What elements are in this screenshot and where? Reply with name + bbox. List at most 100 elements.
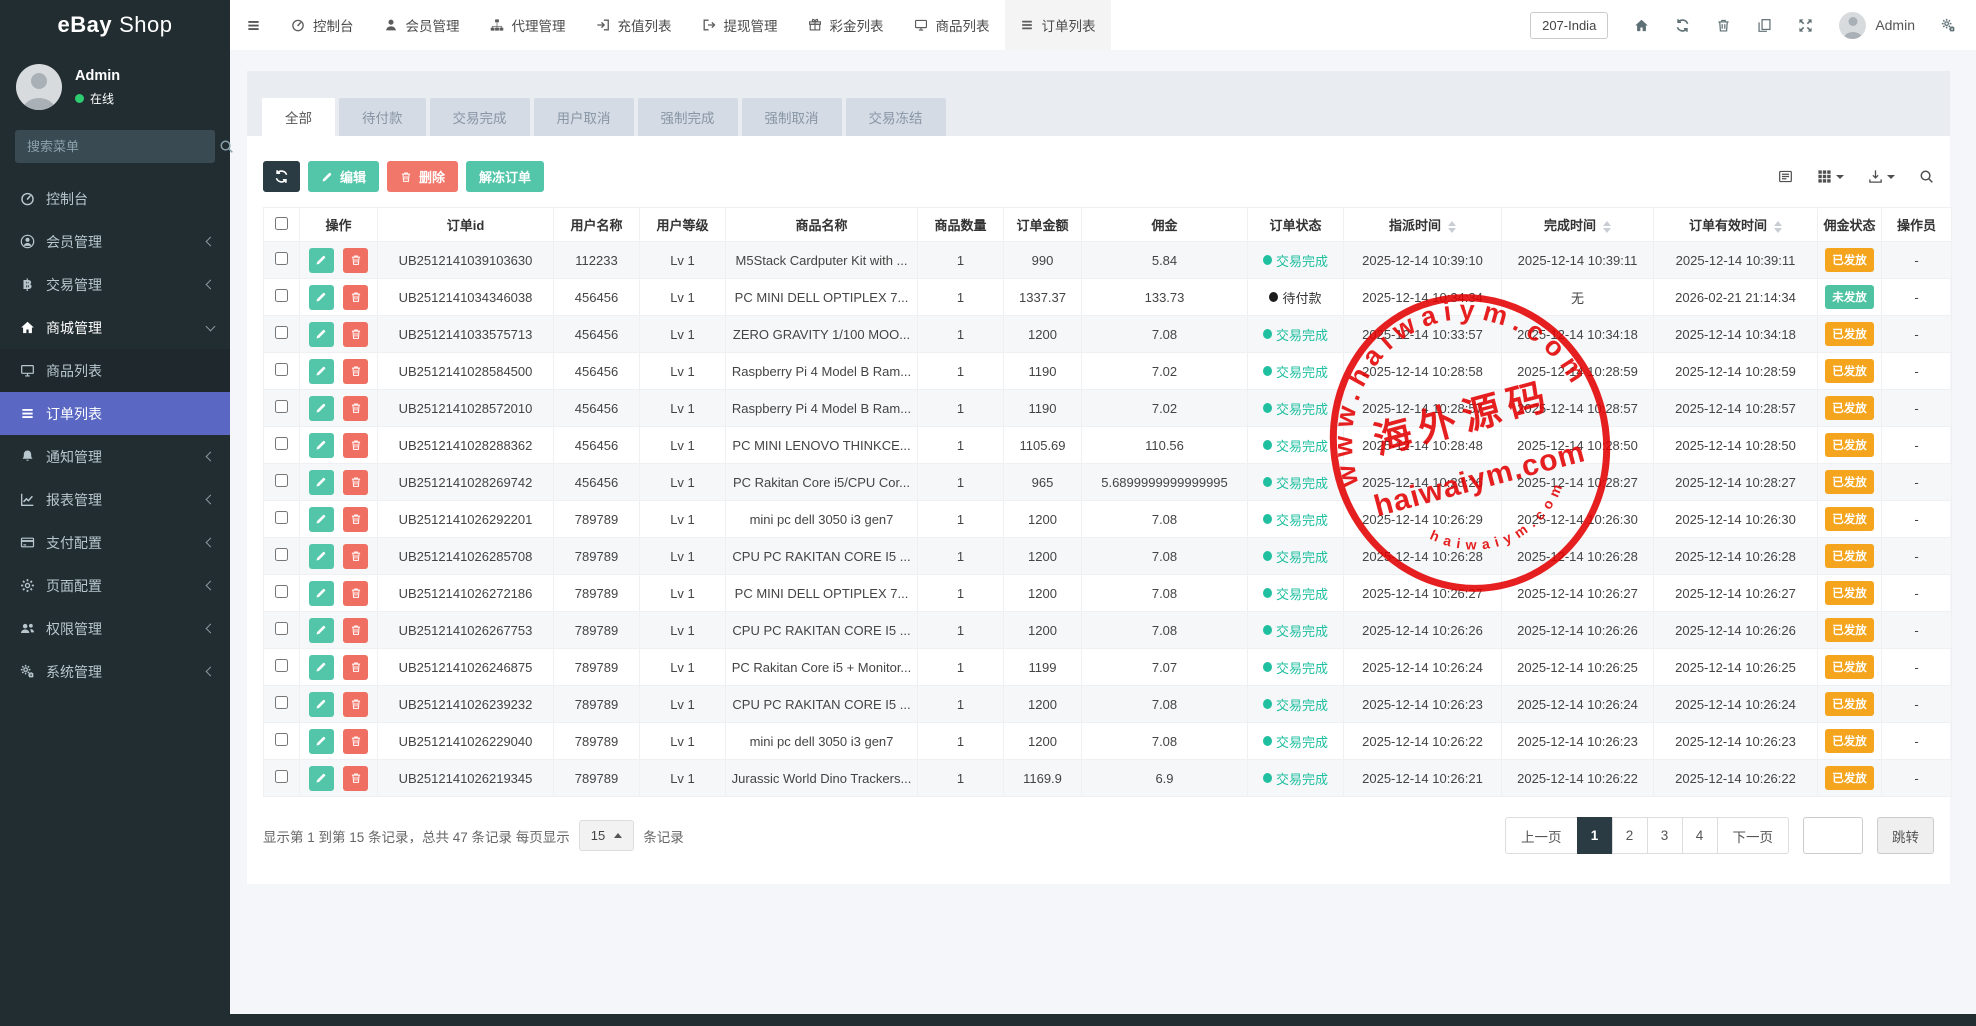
- topnav-item-console[interactable]: 控制台: [276, 0, 369, 50]
- edit-row-button[interactable]: [309, 396, 334, 421]
- delete-row-button[interactable]: [343, 581, 368, 606]
- row-checkbox[interactable]: [275, 363, 288, 376]
- edit-row-button[interactable]: [309, 285, 334, 310]
- edit-row-button[interactable]: [309, 470, 334, 495]
- edit-row-button[interactable]: [309, 359, 334, 384]
- tab-all[interactable]: 全部: [262, 98, 335, 136]
- row-checkbox[interactable]: [275, 770, 288, 783]
- sidebar-search-input[interactable]: [15, 139, 215, 154]
- next-page-button[interactable]: 下一页: [1717, 817, 1790, 854]
- topnav-item-bonus[interactable]: 彩金列表: [793, 0, 899, 50]
- delete-row-button[interactable]: [343, 507, 368, 532]
- tab-frozen[interactable]: 交易冻结: [846, 98, 946, 136]
- edit-row-button[interactable]: [309, 729, 334, 754]
- search-toggle-button[interactable]: [1919, 169, 1934, 184]
- sidebar-item-permissions[interactable]: 权限管理: [0, 607, 230, 650]
- columns-dropdown-button[interactable]: [1817, 169, 1844, 184]
- home-button[interactable]: [1634, 18, 1649, 33]
- row-checkbox[interactable]: [275, 511, 288, 524]
- delete-row-button[interactable]: [343, 433, 368, 458]
- edit-row-button[interactable]: [309, 433, 334, 458]
- jump-button[interactable]: 跳转: [1877, 817, 1934, 854]
- fullscreen-button[interactable]: [1798, 18, 1813, 33]
- delete-row-button[interactable]: [343, 544, 368, 569]
- sidebar-item-reports[interactable]: 报表管理: [0, 478, 230, 521]
- edit-row-button[interactable]: [309, 248, 334, 273]
- row-checkbox[interactable]: [275, 400, 288, 413]
- sidebar-item-mall[interactable]: 商城管理: [0, 306, 230, 349]
- row-checkbox[interactable]: [275, 252, 288, 265]
- topnav-item-products[interactable]: 商品列表: [899, 0, 1005, 50]
- edit-row-button[interactable]: [309, 507, 334, 532]
- tab-completed[interactable]: 交易完成: [430, 98, 530, 136]
- refresh-table-button[interactable]: [263, 161, 300, 192]
- tab-force-cancelled[interactable]: 强制取消: [742, 98, 842, 136]
- edit-row-button[interactable]: [309, 655, 334, 680]
- select-all-checkbox[interactable]: [275, 217, 288, 230]
- delete-row-button[interactable]: [343, 766, 368, 791]
- row-checkbox[interactable]: [275, 289, 288, 302]
- edit-row-button[interactable]: [309, 618, 334, 643]
- delete-row-button[interactable]: [343, 618, 368, 643]
- edit-row-button[interactable]: [309, 692, 334, 717]
- row-checkbox[interactable]: [275, 733, 288, 746]
- sidebar-item-products[interactable]: 商品列表: [0, 349, 230, 392]
- clear-cache-button[interactable]: [1716, 18, 1731, 33]
- toggle-view-button[interactable]: [1778, 169, 1793, 184]
- delete-row-button[interactable]: [343, 285, 368, 310]
- topnav-item-agents[interactable]: 代理管理: [475, 0, 581, 50]
- delete-row-button[interactable]: [343, 729, 368, 754]
- sidebar-item-page-config[interactable]: 页面配置: [0, 564, 230, 607]
- tab-user-cancelled[interactable]: 用户取消: [534, 98, 634, 136]
- delete-button[interactable]: 删除: [387, 161, 458, 192]
- refresh-button[interactable]: [1675, 18, 1690, 33]
- delete-row-button[interactable]: [343, 655, 368, 680]
- sidebar-search-button[interactable]: [215, 139, 244, 154]
- edit-row-button[interactable]: [309, 581, 334, 606]
- jump-page-input[interactable]: [1803, 817, 1863, 854]
- delete-row-button[interactable]: [343, 470, 368, 495]
- row-checkbox[interactable]: [275, 474, 288, 487]
- tab-pending-payment[interactable]: 待付款: [339, 98, 426, 136]
- delete-row-button[interactable]: [343, 322, 368, 347]
- sort-valid-time-button[interactable]: [1774, 221, 1782, 233]
- unfreeze-order-button[interactable]: 解冻订单: [466, 161, 544, 192]
- sidebar-item-system[interactable]: 系统管理: [0, 650, 230, 693]
- tab-force-completed[interactable]: 强制完成: [638, 98, 738, 136]
- sidebar-item-trades[interactable]: ฿交易管理: [0, 263, 230, 306]
- region-select[interactable]: 207-India: [1530, 12, 1608, 39]
- topnav-item-recharge[interactable]: 充值列表: [581, 0, 687, 50]
- row-checkbox[interactable]: [275, 326, 288, 339]
- sidebar-item-notifications[interactable]: 通知管理: [0, 435, 230, 478]
- edit-row-button[interactable]: [309, 544, 334, 569]
- row-checkbox[interactable]: [275, 622, 288, 635]
- copy-button[interactable]: [1757, 18, 1772, 33]
- delete-row-button[interactable]: [343, 248, 368, 273]
- row-checkbox[interactable]: [275, 585, 288, 598]
- row-checkbox[interactable]: [275, 548, 288, 561]
- page-size-select[interactable]: 15: [579, 820, 634, 851]
- delete-row-button[interactable]: [343, 359, 368, 384]
- page-button-3[interactable]: 3: [1647, 817, 1683, 854]
- settings-button[interactable]: [1941, 18, 1956, 33]
- edit-row-button[interactable]: [309, 766, 334, 791]
- edit-row-button[interactable]: [309, 322, 334, 347]
- topnav-item-members[interactable]: 会员管理: [369, 0, 475, 50]
- row-checkbox[interactable]: [275, 659, 288, 672]
- delete-row-button[interactable]: [343, 396, 368, 421]
- export-dropdown-button[interactable]: [1868, 169, 1895, 184]
- delete-row-button[interactable]: [343, 692, 368, 717]
- sidebar-item-members[interactable]: 会员管理: [0, 220, 230, 263]
- admin-menu[interactable]: Admin: [1839, 12, 1915, 39]
- page-button-2[interactable]: 2: [1612, 817, 1648, 854]
- sidebar-item-payment-config[interactable]: 支付配置: [0, 521, 230, 564]
- prev-page-button[interactable]: 上一页: [1505, 817, 1578, 854]
- page-button-1[interactable]: 1: [1577, 817, 1613, 854]
- sort-assign-time-button[interactable]: [1448, 221, 1456, 233]
- sidebar-item-orders[interactable]: 订单列表: [0, 392, 230, 435]
- page-button-4[interactable]: 4: [1682, 817, 1718, 854]
- row-checkbox[interactable]: [275, 437, 288, 450]
- sidebar-item-console[interactable]: 控制台: [0, 177, 230, 220]
- sort-finish-time-button[interactable]: [1603, 221, 1611, 233]
- edit-button[interactable]: 编辑: [308, 161, 379, 192]
